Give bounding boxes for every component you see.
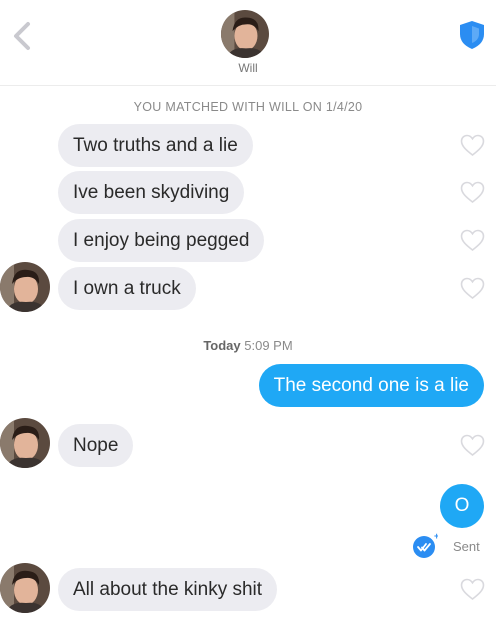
message-bubble[interactable]: I own a truck — [58, 267, 196, 310]
message-bubble[interactable]: I enjoy being pegged — [58, 219, 265, 262]
match-avatar[interactable] — [221, 10, 269, 58]
read-receipt-check-icon: + — [413, 533, 438, 558]
heart-icon[interactable] — [460, 277, 485, 300]
message-bubble-outgoing[interactable]: The second one is a lie — [258, 364, 484, 407]
message-bubble[interactable]: Two truths and a lie — [58, 124, 253, 167]
heart-icon[interactable] — [460, 134, 485, 157]
heart-icon[interactable] — [460, 578, 485, 601]
sender-avatar[interactable] — [0, 418, 50, 468]
timestamp-day: Today — [203, 338, 241, 353]
chat-header: Will — [0, 0, 496, 86]
sent-status: Sent — [453, 539, 480, 554]
heart-icon[interactable] — [460, 434, 485, 457]
profile-photo — [221, 10, 269, 58]
heart-icon[interactable] — [460, 229, 485, 252]
shield-icon[interactable] — [459, 20, 485, 50]
heart-icon[interactable] — [460, 181, 485, 204]
profile-photo — [0, 563, 50, 613]
svg-text:+: + — [434, 533, 438, 541]
profile-photo — [0, 418, 50, 468]
timestamp-time: 5:09 PM — [244, 338, 293, 353]
timestamp: Today 5:09 PM — [0, 338, 496, 353]
sender-avatar[interactable] — [0, 262, 50, 312]
message-bubble[interactable]: All about the kinky shit — [58, 568, 278, 611]
sender-avatar[interactable] — [0, 563, 50, 613]
profile-photo — [0, 262, 50, 312]
message-bubble[interactable]: Ive been skydiving — [58, 171, 245, 214]
message-bubble[interactable]: Nope — [58, 424, 134, 467]
match-date-line: YOU MATCHED WITH WILL ON 1/4/20 — [133, 100, 363, 114]
match-name: Will — [238, 61, 258, 75]
message-bubble-outgoing[interactable]: O — [440, 484, 484, 528]
chevron-left-icon[interactable] — [6, 18, 38, 54]
